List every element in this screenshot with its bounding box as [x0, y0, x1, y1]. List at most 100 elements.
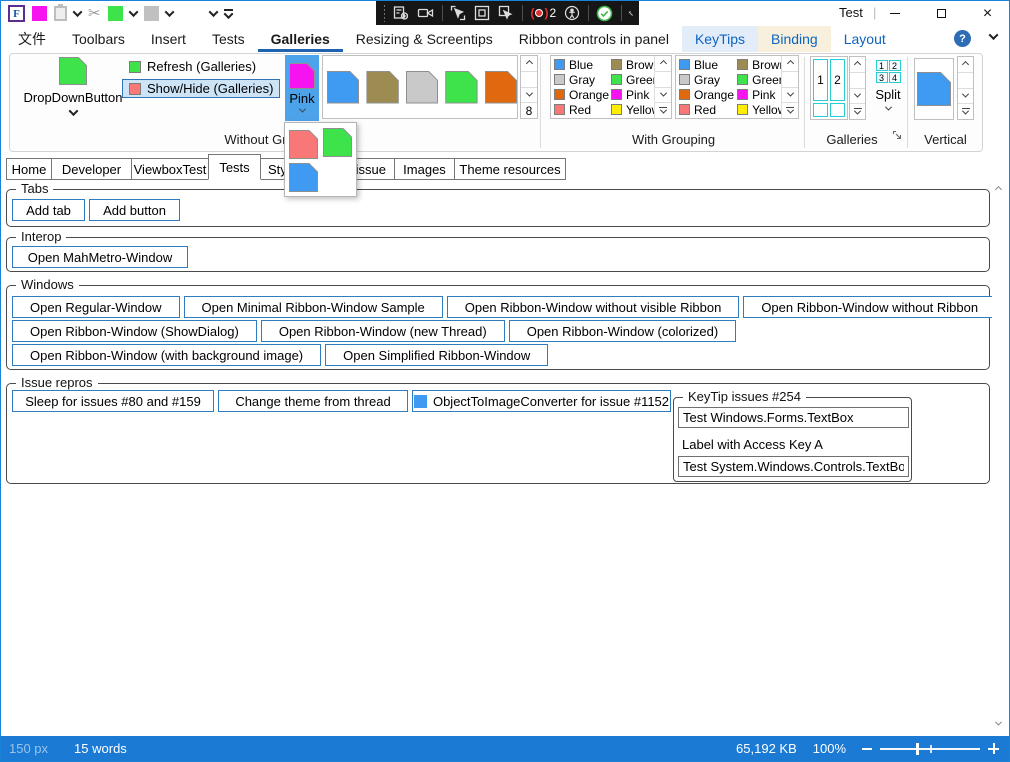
open-mahmetro-window-button[interactable]: Open MahMetro-Window — [12, 246, 188, 268]
scroll-down-button[interactable] — [958, 89, 973, 105]
split-button[interactable]: 12 34 Split — [868, 60, 908, 111]
cursor-capture-icon[interactable] — [450, 5, 466, 21]
tabstrip-home[interactable]: Home — [6, 158, 52, 180]
gallery-item[interactable]: Pink — [737, 87, 781, 102]
paste-dropdown-icon[interactable] — [73, 7, 83, 17]
dropdown-icon[interactable] — [208, 7, 218, 17]
gallery-expand-button[interactable] — [782, 103, 798, 118]
minimize-button[interactable] — [872, 1, 917, 26]
maximize-button[interactable] — [919, 1, 964, 26]
scroll-thumb[interactable] — [655, 72, 671, 88]
zoom-in-icon[interactable] — [988, 743, 999, 754]
tab-ribbon-controls-in-panel[interactable]: Ribbon controls in panel — [506, 26, 682, 52]
scroll-thumb[interactable] — [958, 73, 973, 89]
dropdown-button-large[interactable]: DropDownButton — [18, 57, 128, 116]
gallery-expand-button[interactable] — [958, 104, 973, 119]
gallery-item-orange[interactable] — [485, 71, 517, 104]
close-button[interactable]: × — [965, 1, 1010, 26]
vertical-scrollbar[interactable] — [992, 181, 1007, 734]
gallery-item[interactable]: Orange — [554, 87, 611, 102]
window-capture-icon[interactable] — [498, 5, 514, 21]
scroll-thumb[interactable] — [521, 72, 537, 88]
gallery-item[interactable]: Orange — [679, 87, 737, 102]
app-logo-icon[interactable]: F — [8, 5, 25, 22]
tab-tests[interactable]: Tests — [199, 26, 258, 52]
panel-settings-icon[interactable] — [393, 5, 409, 21]
scroll-up-button[interactable] — [782, 56, 798, 72]
scrollbar-down-icon[interactable] — [995, 719, 1002, 726]
tab-galleries[interactable]: Galleries — [258, 26, 343, 52]
help-icon[interactable]: ? — [954, 30, 971, 47]
scroll-up-button[interactable] — [850, 57, 865, 73]
gallery-item[interactable]: Brown — [737, 57, 781, 72]
tab-toolbars[interactable]: Toolbars — [59, 26, 138, 52]
region-capture-icon[interactable] — [474, 5, 490, 21]
scroll-down-button[interactable] — [782, 88, 798, 104]
open-minimal-ribbon-window-button[interactable]: Open Minimal Ribbon-Window Sample — [184, 296, 443, 318]
gallery-item[interactable]: Pink — [611, 87, 654, 102]
gallery-item[interactable]: Gray — [554, 72, 611, 87]
gallery-expand-button[interactable] — [850, 104, 865, 119]
gallery-item[interactable]: Red — [554, 102, 611, 117]
refresh-galleries-button[interactable]: Refresh (Galleries) — [122, 57, 263, 76]
scroll-up-button[interactable] — [958, 57, 973, 73]
gallery-item-blue[interactable] — [327, 71, 359, 104]
open-ribbon-window-new-thread-button[interactable]: Open Ribbon-Window (new Thread) — [261, 320, 505, 342]
gallery-item[interactable]: Green — [611, 72, 654, 87]
gallery-item-1[interactable]: 1 — [813, 59, 828, 101]
gallery-item[interactable]: Gray — [679, 72, 737, 87]
tabstrip-tests[interactable]: Tests — [208, 154, 261, 180]
add-button-button[interactable]: Add button — [89, 199, 180, 221]
scroll-up-button[interactable] — [521, 56, 537, 72]
tab-binding[interactable]: Binding — [758, 26, 831, 52]
zoom-slider-thumb[interactable] — [916, 743, 919, 755]
vertical-gallery-item[interactable] — [914, 58, 954, 120]
record-indicator-icon[interactable]: ()2 — [530, 6, 556, 20]
gallery-expand-button[interactable] — [655, 103, 671, 118]
scroll-down-button[interactable] — [655, 88, 671, 104]
zoom-slider[interactable] — [862, 743, 999, 754]
qat-customize-icon[interactable] — [224, 9, 233, 19]
open-ribbon-window-no-visible-ribbon-button[interactable]: Open Ribbon-Window without visible Ribbo… — [447, 296, 740, 318]
collapse-toolbar-icon[interactable] — [628, 10, 633, 15]
open-ribbon-window-showdialog-button[interactable]: Open Ribbon-Window (ShowDialog) — [12, 320, 257, 342]
scroll-thumb[interactable] — [850, 73, 865, 89]
winforms-textbox[interactable] — [678, 407, 909, 428]
accessibility-icon[interactable] — [564, 5, 580, 21]
gallery-item-brown[interactable] — [366, 71, 398, 104]
gray-swatch-button[interactable] — [144, 6, 159, 21]
tab-insert[interactable]: Insert — [138, 26, 199, 52]
status-ok-icon[interactable] — [596, 5, 613, 22]
dialog-launcher-icon[interactable] — [892, 127, 902, 145]
add-tab-button[interactable]: Add tab — [12, 199, 85, 221]
tabstrip-viewboxtest[interactable]: ViewboxTest — [131, 158, 209, 180]
scroll-up-button[interactable] — [655, 56, 671, 72]
tabstrip-theme-resources[interactable]: Theme resources — [454, 158, 566, 180]
green-swatch-button[interactable] — [108, 6, 123, 21]
open-regular-window-button[interactable]: Open Regular-Window — [12, 296, 180, 318]
tab-keytips[interactable]: KeyTips — [682, 26, 758, 52]
gallery-item-partial[interactable] — [830, 103, 845, 117]
grip-icon[interactable] — [383, 4, 385, 22]
pink-swatch-button[interactable] — [32, 6, 47, 21]
open-ribbon-window-colorized-button[interactable]: Open Ribbon-Window (colorized) — [509, 320, 736, 342]
tab-resizing-screentips[interactable]: Resizing & Screentips — [343, 26, 506, 52]
sleep-for-issues-button[interactable]: Sleep for issues #80 and #159 — [12, 390, 214, 412]
objecttoimageconverter-button[interactable]: ObjectToImageConverter for issue #1152 — [412, 390, 671, 412]
green-dropdown-icon[interactable] — [128, 7, 138, 17]
popup-item-blue[interactable] — [289, 163, 318, 192]
tab-file[interactable]: 文件 — [5, 26, 59, 52]
scroll-thumb[interactable] — [782, 72, 798, 88]
zoom-out-icon[interactable] — [862, 748, 872, 750]
gallery-item[interactable]: Green — [737, 72, 781, 87]
gallery-item[interactable]: Yellow — [737, 102, 781, 117]
gallery-item-partial[interactable] — [813, 103, 828, 117]
paste-icon[interactable] — [54, 6, 67, 21]
gallery-item-gray[interactable] — [406, 71, 438, 104]
open-ribbon-window-background-image-button[interactable]: Open Ribbon-Window (with background imag… — [12, 344, 321, 366]
gray-dropdown-icon[interactable] — [164, 7, 174, 17]
popup-item-green[interactable] — [323, 128, 352, 157]
gallery-item[interactable]: Blue — [679, 57, 737, 72]
tabstrip-images[interactable]: Images — [394, 158, 455, 180]
change-theme-from-thread-button[interactable]: Change theme from thread — [218, 390, 408, 412]
